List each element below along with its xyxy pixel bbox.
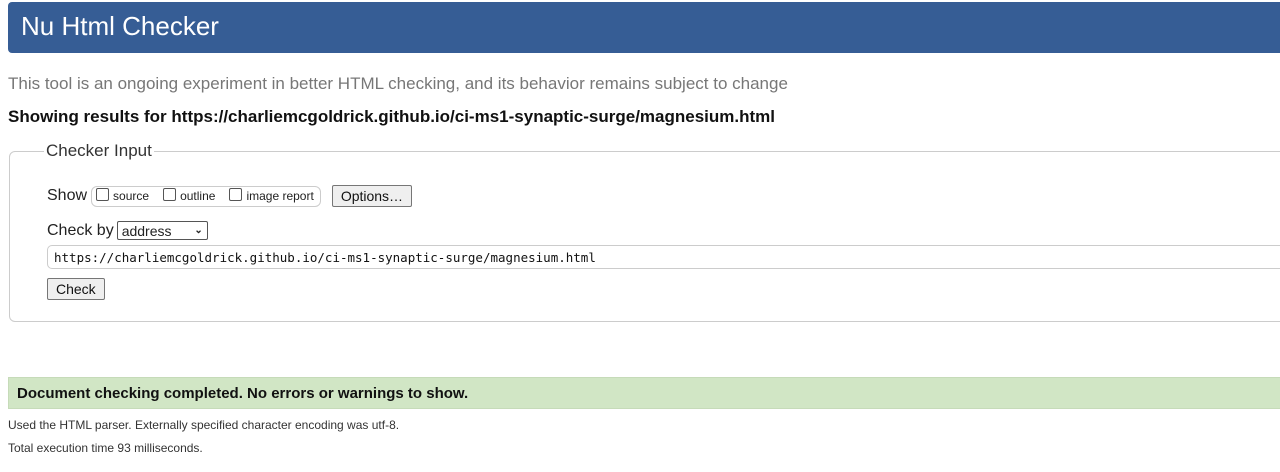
page-header: Nu Html Checker [8, 2, 1280, 53]
options-button[interactable]: Options… [331, 185, 413, 207]
success-message: Document checking completed. No errors o… [8, 377, 1280, 409]
execution-time: Total execution time 93 milliseconds. [8, 441, 203, 455]
show-image-report-checkbox[interactable]: image report [229, 187, 314, 203]
showing-results: Showing results for https://charliemcgol… [8, 107, 776, 126]
fieldset-legend: Checker Input [44, 141, 154, 161]
check-by-row: Check by address ⌄ [47, 221, 208, 240]
check-by-select[interactable]: address ⌄ [116, 221, 208, 240]
checkbox-icon[interactable] [96, 187, 110, 201]
checkbox-icon[interactable] [163, 187, 177, 201]
intro-text: This tool is an ongoing experiment in be… [8, 74, 788, 93]
parser-info: Used the HTML parser. Externally specifi… [8, 418, 400, 432]
show-source-checkbox[interactable]: source [96, 187, 149, 203]
show-outline-checkbox[interactable]: outline [163, 187, 215, 203]
checkbox-icon[interactable] [229, 187, 243, 201]
show-label: Show [47, 187, 88, 204]
url-input[interactable]: https://charliemcgoldrick.github.io/ci-m… [47, 245, 1280, 269]
check-by-label: Check by [47, 221, 114, 239]
show-row: Show source outline image report Options… [47, 185, 413, 207]
chevron-down-icon: ⌄ [194, 225, 203, 236]
app-title: Nu Html Checker [21, 11, 219, 41]
check-button[interactable]: Check [47, 278, 105, 300]
show-options: source outline image report [91, 185, 321, 207]
